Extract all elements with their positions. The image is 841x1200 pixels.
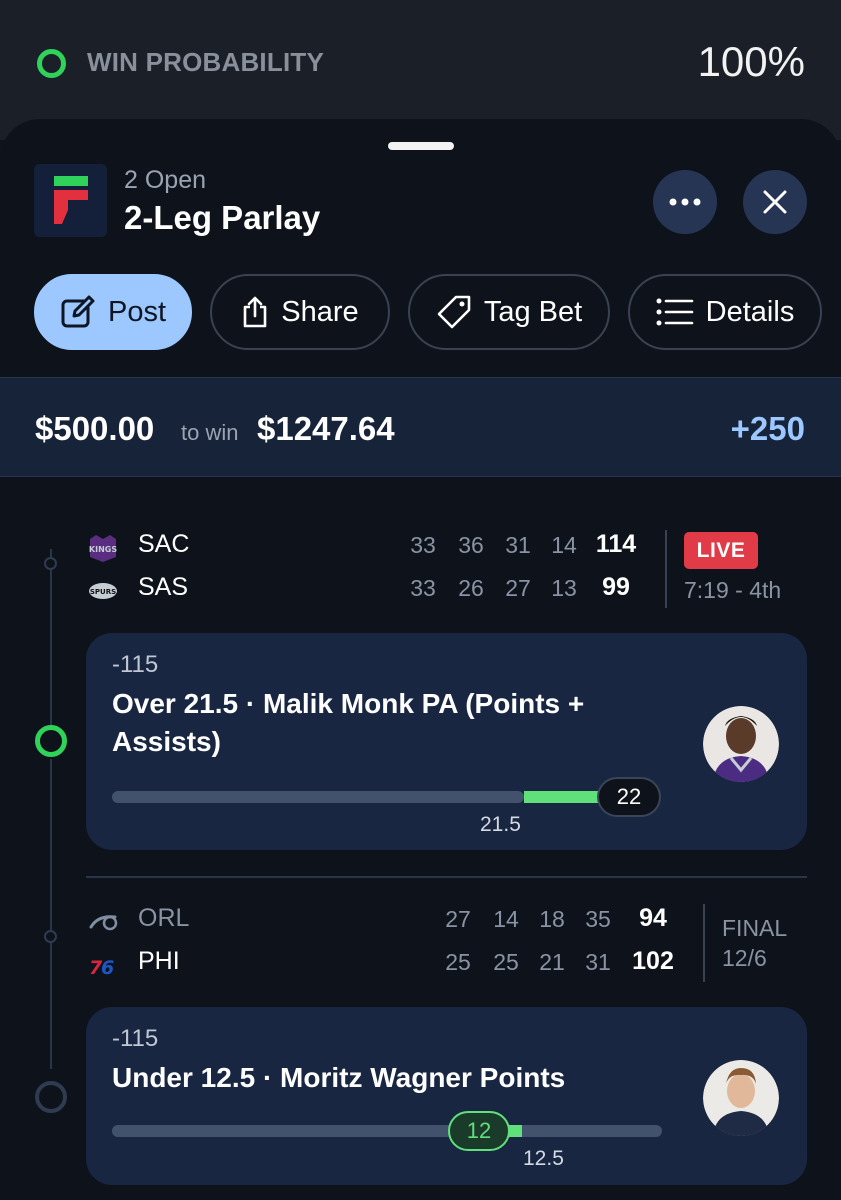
- quarter-score: 36: [458, 532, 484, 558]
- share-button[interactable]: Share: [210, 274, 390, 350]
- win-probability-indicator-icon: [37, 49, 66, 78]
- team-abbr: SAC: [138, 530, 190, 558]
- player-avatar: [703, 706, 779, 782]
- win-probability-value: 100%: [697, 38, 805, 85]
- current-stat-bubble: 12: [448, 1111, 510, 1151]
- line-value-label: 12.5: [523, 1147, 564, 1170]
- game-date: 12/6: [722, 945, 767, 971]
- timeline-line: [50, 549, 52, 739]
- details-button[interactable]: Details: [628, 274, 822, 350]
- stake-amount: $500.00: [35, 410, 155, 447]
- leg-pending-indicator-icon: [35, 1081, 67, 1113]
- payout-amount: $1247.64: [257, 410, 395, 447]
- quarter-score: 27: [445, 906, 471, 932]
- timeline-line: [50, 759, 52, 1069]
- leg-odds: -115: [112, 1025, 159, 1052]
- leg-odds: -115: [112, 651, 159, 678]
- quarter-score: 27: [505, 575, 531, 601]
- share-label: Share: [281, 295, 359, 328]
- leg-title: Under 12.5 · Moritz Wagner Points: [112, 1062, 566, 1093]
- list-icon: [656, 298, 693, 326]
- team-row[interactable]: ORL 27 14 18 35 94: [88, 904, 667, 940]
- tag-bet-label: Tag Bet: [483, 295, 583, 328]
- bet-detail-sheet: 2 Open 2-Leg Parlay Post Share Tag Bet D…: [0, 119, 841, 1200]
- kings-logo-icon: KINGS: [89, 535, 117, 562]
- quarter-score: 31: [505, 532, 531, 558]
- close-button[interactable]: [743, 170, 807, 234]
- team-total-score: 102: [632, 947, 674, 975]
- score-divider: [665, 530, 667, 608]
- spurs-logo-icon: SPURS: [89, 583, 117, 599]
- team-total-score: 99: [602, 573, 630, 601]
- quarter-score: 14: [493, 906, 519, 932]
- quarter-score: 13: [551, 575, 577, 601]
- quarter-score: 33: [410, 532, 436, 558]
- parlay-odds: +250: [730, 410, 805, 447]
- details-label: Details: [705, 295, 795, 328]
- sportsbook-logo: [34, 164, 107, 237]
- win-probability-label: WIN PROBABILITY: [87, 47, 324, 77]
- team-abbr: PHI: [138, 947, 180, 975]
- quarter-score: 25: [493, 949, 519, 975]
- game-clock: 7:19 - 4th: [684, 577, 782, 603]
- leg-card[interactable]: -115 Under 12.5 · Moritz Wagner Points 1…: [86, 1007, 807, 1185]
- svg-text:KINGS: KINGS: [89, 545, 117, 554]
- quarter-score: 14: [551, 532, 577, 558]
- quarter-score: 33: [410, 575, 436, 601]
- ellipsis-icon: [669, 198, 701, 206]
- team-row[interactable]: KINGS SAC 33 36 31 14 114: [88, 530, 648, 566]
- stake-summary: $500.00 to win $1247.64 +250: [0, 377, 841, 477]
- share-icon: [243, 296, 267, 328]
- leg-card[interactable]: -115 Over 21.5 · Malik Monk PA (Points +…: [86, 633, 807, 850]
- progress-track: [112, 791, 524, 803]
- tag-icon: [437, 295, 471, 329]
- progress-over-fill: [524, 791, 602, 803]
- 76ers-logo-icon: 7 6: [89, 957, 114, 979]
- team-total-score: 114: [595, 530, 637, 558]
- quarter-score: 26: [458, 575, 484, 601]
- to-win-label: to win: [181, 420, 239, 445]
- team-row[interactable]: 7 6 PHI 25 25 21 31 102: [88, 947, 674, 983]
- leg-won-indicator-icon: [35, 725, 67, 757]
- game-status-final: FINAL: [722, 915, 788, 941]
- quarter-score: 31: [585, 949, 611, 975]
- svg-text:6: 6: [101, 957, 114, 979]
- team-total-score: 94: [639, 904, 667, 932]
- score-divider: [703, 904, 705, 982]
- team-abbr: SAS: [138, 573, 189, 601]
- bet-title: 2-Leg Parlay: [124, 199, 321, 236]
- post-label: Post: [107, 295, 167, 328]
- timeline-node: [44, 930, 57, 943]
- leg-title-continued: Assists): [112, 726, 221, 757]
- live-badge: LIVE: [684, 532, 758, 569]
- leg-divider: [86, 876, 807, 878]
- quarter-score: 25: [445, 949, 471, 975]
- timeline-node: [44, 557, 57, 570]
- quarter-score: 21: [539, 949, 565, 975]
- player-avatar: [703, 1060, 779, 1136]
- more-options-button[interactable]: [653, 170, 717, 234]
- close-icon: [763, 190, 787, 214]
- line-value-label: 21.5: [480, 813, 521, 836]
- current-stat-bubble: 22: [597, 777, 661, 817]
- svg-text:SPURS: SPURS: [90, 588, 116, 596]
- quarter-score: 35: [585, 906, 611, 932]
- edit-icon: [61, 295, 95, 328]
- magic-logo-icon: [89, 915, 118, 931]
- quarter-score: 18: [539, 906, 565, 932]
- team-abbr: ORL: [138, 904, 190, 932]
- leg-title: Over 21.5 · Malik Monk PA (Points +: [112, 688, 585, 719]
- tag-bet-button[interactable]: Tag Bet: [408, 274, 610, 350]
- team-row[interactable]: SPURS SAS 33 26 27 13 99: [88, 573, 648, 609]
- progress-track: [112, 1125, 662, 1137]
- sheet-drag-handle[interactable]: [388, 142, 454, 150]
- post-button[interactable]: Post: [34, 274, 192, 350]
- open-legs-count: 2 Open: [124, 166, 207, 194]
